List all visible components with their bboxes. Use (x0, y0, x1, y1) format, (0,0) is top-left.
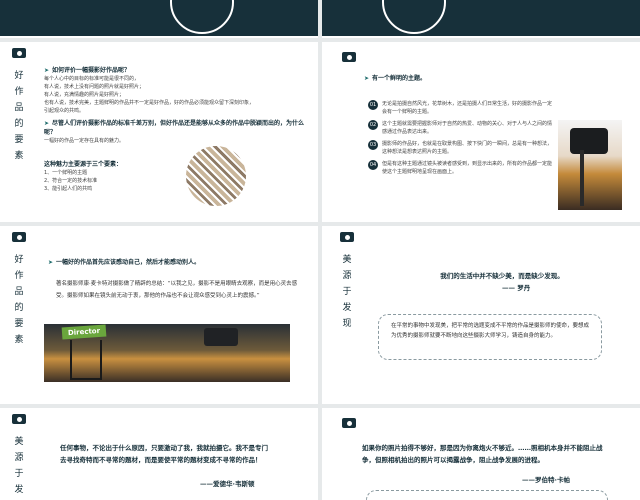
camera-icon (342, 52, 356, 62)
weston-quote: 任何事物，不论出于什么原因，只要激动了我，我就拍摄它。我不是专门去寻找奇特而不寻… (60, 444, 268, 464)
camera-icon (342, 418, 356, 428)
line-5: 引起观众的共鸣。 (44, 108, 85, 114)
slide-discover-beauty: 美源于发现 我们的生活中并不缺少美，而是缺少发现。 —— 罗丹 在平常的事物中发… (322, 226, 640, 404)
slide-weston: 美源于发现 任何事物，不论出于什么原因，只要激动了我，我就拍摄它。我不是专门去寻… (0, 408, 318, 500)
question-2-sub: 一幅好的作品一定存在具有的魅力。 (44, 138, 125, 144)
tripod-shape (580, 150, 584, 206)
slide-theme: ➤ 有一个鲜明的主题。 01 无论是拍摄自然风光，花草树木，还是拍摄人们日常生活，… (322, 42, 640, 222)
box-text: 在平常的事物中发现美，把平常的选题变成不平常的作品是摄影师的使命，要想成为优秀的… (391, 323, 590, 339)
element-2: 2、符合一定的技术标准 (44, 178, 98, 184)
quote-paragraph: 著名摄影师康·麦卡特对摄影做了精辟的总结：“以我之见，摄影不是用眼睛去观察，而是… (56, 281, 298, 299)
pin-icon: ➤ (44, 67, 50, 74)
rodin-quote: 我们的生活中并不缺少美，而是缺少发现。 (440, 272, 564, 280)
camera-photo (558, 120, 622, 210)
theme-item-1: 01 无论是拍摄自然风光，花草树木，还是拍摄人们日常生活，好的摄影作品一定会有一… (368, 100, 553, 115)
pin-icon: ➤ (48, 259, 54, 266)
camera-icon (12, 48, 26, 58)
slide-top-right (322, 0, 640, 38)
line-4: 也有人说，技术完美，主题鲜明的作品并不一定是好作品，好的作品必须能观众留下深刻印… (44, 100, 255, 106)
theme-item-2: 02 这个主题就需要把握影师对于自然的热爱、动物的关心、对于人与人之间的情感通过… (368, 120, 553, 135)
top-band (0, 0, 318, 36)
question-title: ➤ 如何评价一幅摄影好作品呢？ (44, 67, 131, 74)
film-camera-shape (204, 328, 238, 346)
theme-title: ➤ 有一个鲜明的主题。 (364, 75, 427, 82)
director-chair-shape (70, 340, 102, 380)
side-title: 美源于发现 (8, 414, 30, 500)
camera-icon (12, 232, 26, 242)
slide-evaluate: 好作品的要素 ➤ 如何评价一幅摄影好作品呢？ 每个人心中的目标的标准可能是很不同的… (0, 42, 318, 222)
director-sign: Director (61, 324, 107, 340)
theme-item-4: 04 但是有这种主题通过镜头被读者感受到，到显示出来的，所有的作品都一定能使这个… (368, 160, 553, 175)
dashed-box (366, 490, 608, 500)
pin-icon: ➤ (44, 120, 50, 127)
pin-icon: ➤ (364, 75, 370, 82)
line-2: 有人说，技术上没有问题的照片就是好照片； (44, 84, 145, 90)
rodin-author: —— 罗丹 (502, 284, 531, 292)
question-2: ➤ 尽管人们评价摄影作品的标准千差万别，但好作品还是能够从众多的作品中脱颖而出的，… (44, 120, 305, 136)
element-1: 1、一个鲜明的主题 (44, 170, 88, 176)
theme-item-3: 03 摄影师的作品好，也就是在取景构图、按下快门的一瞬间，总是有一种想法，这种想… (368, 140, 553, 155)
slide-capa: 如果你的照片拍得不够好，那是因为你离炮火不够近。……照相机本身并不能阻止战争，但… (322, 408, 640, 500)
sunset-photo: Director (44, 324, 290, 382)
weston-author: ——爱德华·韦斯顿 (200, 480, 255, 488)
top-band (322, 0, 640, 36)
line-1: 每个人心中的目标的标准可能是很不同的， (44, 76, 140, 82)
side-title: 好作品的要素 (8, 48, 30, 164)
photographer-image (186, 146, 246, 206)
elements-title: 这种魅力主要源于三个要素： (44, 161, 123, 168)
element-3: 3、能引起人们的共鸣 (44, 186, 93, 192)
side-title: 美源于发现 (336, 232, 358, 332)
capa-quote: 如果你的照片拍得不够好，那是因为你离炮火不够近。……照相机本身并不能阻止战争，但… (362, 444, 603, 464)
slide-move-self: 好作品的要素 ➤ 一幅好的作品首先应该感动自己，然后才能感动别人。 著名摄影师康·… (0, 226, 318, 404)
camera-icon (340, 232, 354, 242)
capa-author: ——罗伯特·卡帕 (522, 476, 570, 484)
side-title: 好作品的要素 (8, 232, 30, 348)
line-3: 有人说，充满情趣的照片是好照片； (44, 92, 125, 98)
dashed-box: 在平常的事物中发现美，把平常的选题变成不平常的作品是摄影师的使命，要想成为优秀的… (378, 314, 602, 360)
camera-icon (12, 414, 26, 424)
lead-line: ➤ 一幅好的作品首先应该感动自己，然后才能感动别人。 (48, 259, 201, 266)
camera-body-shape (570, 128, 608, 154)
slide-top-left (0, 0, 318, 38)
